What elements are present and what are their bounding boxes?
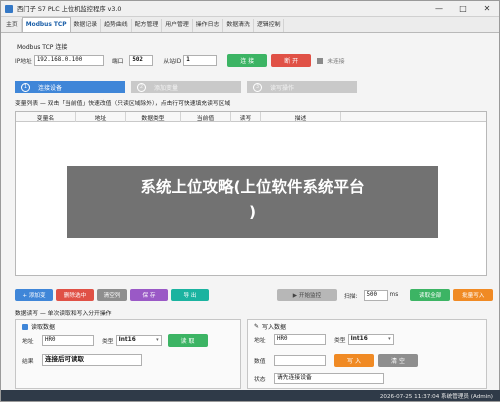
write-addr-row: 地址 HR0 类型 Int16: [254, 334, 394, 345]
tab-bar: 主页 Modbus TCP 数据记录 趋势曲线 配方管理 用户管理 操作日志 数…: [1, 17, 499, 33]
export-button[interactable]: 导 出: [171, 289, 209, 301]
step-indicator: 1 连接设备 2 添加变量 3 读写操作: [15, 81, 357, 93]
tab-trend[interactable]: 趋势曲线: [101, 19, 132, 32]
write-value-label: 数值: [254, 359, 266, 365]
connect-button[interactable]: 连 接: [227, 54, 268, 67]
edit-icon: ✎: [254, 323, 260, 330]
tab-home[interactable]: 主页: [3, 19, 22, 32]
step-read-write: 3 读写操作: [247, 81, 357, 93]
tab-users[interactable]: 用户管理: [162, 19, 193, 32]
read-panel-title: 读取数据: [22, 322, 55, 331]
step-label: 连接设备: [38, 84, 63, 92]
tab-recipe[interactable]: 配方管理: [132, 19, 163, 32]
column-header[interactable]: 数据类型: [126, 112, 181, 122]
read-addr-input[interactable]: HR0: [42, 335, 94, 346]
overlay-line-2: ): [248, 203, 257, 221]
read-result-label: 结果: [22, 358, 34, 365]
write-addr-label: 地址: [254, 338, 266, 344]
start-monitor-button[interactable]: ▶ 开始监控: [277, 289, 337, 301]
disconnect-button[interactable]: 断 开: [271, 54, 312, 67]
slave-id-input[interactable]: 1: [183, 55, 218, 66]
slave-id-label: 从站ID: [163, 59, 182, 65]
save-button[interactable]: 保 存: [130, 289, 168, 301]
status-text: 2026-07-25 11:37:04 系统管理员 (Admin): [379, 393, 493, 400]
delete-selected-button[interactable]: 删除选中: [56, 289, 94, 301]
table-header: 变量名 地址 数据类型 当前值 读写 描述: [16, 112, 486, 122]
column-header[interactable]: 变量名: [16, 112, 76, 122]
batch-write-button[interactable]: 批量写入: [453, 289, 494, 301]
read-type-label: 类型: [102, 339, 114, 345]
read-result-field: 连接后可读取: [42, 354, 142, 366]
tab-modbus-tcp[interactable]: Modbus TCP: [21, 17, 71, 32]
column-header[interactable]: 读写: [231, 112, 261, 122]
read-all-button[interactable]: 读取全部: [410, 289, 451, 301]
title-bar: 西门子 S7 PLC 上位机监控程序 v3.0 — □ ✕: [1, 1, 499, 17]
read-addr-row: 地址 HR0 类型 Int16 读 取: [22, 334, 208, 347]
clear-write-button[interactable]: 清 空: [378, 354, 418, 367]
tab-op-log[interactable]: 操作日志: [193, 19, 224, 32]
scan-interval-input[interactable]: 500: [363, 289, 388, 301]
write-panel: ✎ 写入数据 地址 HR0 类型 Int16 数值 写 入 清 空 状态 请先连…: [247, 319, 487, 389]
ip-label: IP地址: [15, 59, 32, 65]
step-number: 1: [21, 82, 30, 92]
column-header[interactable]: 描述: [261, 112, 341, 122]
step-number: 3: [253, 82, 262, 92]
port-input[interactable]: 502: [129, 55, 154, 66]
tab-data-clean[interactable]: 数据清洗: [223, 19, 254, 32]
read-panel: 读取数据 地址 HR0 类型 Int16 读 取 结果 连接后可读取: [15, 319, 241, 389]
scan-label: 扫描:: [344, 293, 358, 300]
write-panel-title: ✎ 写入数据: [254, 322, 286, 331]
write-button[interactable]: 写 入: [334, 354, 374, 367]
watermark-overlay: 系统上位攻略(上位软件系统平台 ): [67, 166, 438, 238]
port-label: 端口: [111, 59, 124, 65]
column-header[interactable]: 当前值: [181, 112, 231, 122]
variable-toolbar: + 添加变 删除选中 清空列 保 存 导 出 ▶ 开始监控 扫描: 500 ms…: [15, 289, 496, 301]
add-variable-button[interactable]: + 添加变: [15, 289, 53, 301]
step-add-variable: 2 添加变量: [131, 81, 241, 93]
read-result-row: 结果 连接后可读取: [22, 354, 142, 366]
overlay-line-1: 系统上位攻略(上位软件系统平台: [140, 178, 365, 196]
ip-input[interactable]: 192.168.0.100: [33, 55, 104, 66]
step-label: 添加变量: [154, 84, 179, 92]
write-status-field: 请先连接设备: [274, 373, 384, 384]
write-title-label: 写入数据: [262, 324, 287, 331]
step-label: 读写操作: [270, 84, 295, 92]
variable-section-title: 变量列表 — 双击「当前值」快速改值（只读区域除外），点击行可快速填充读写区域: [15, 101, 231, 107]
status-indicator-icon: [317, 57, 324, 64]
write-status-row: 状态 请先连接设备: [254, 373, 384, 384]
read-button[interactable]: 读 取: [167, 334, 208, 347]
connection-section-title: Modbus TCP 连接: [17, 44, 68, 51]
connection-status: 未连接: [327, 59, 345, 65]
read-addr-label: 地址: [22, 339, 34, 345]
read-type-select[interactable]: Int16: [115, 335, 162, 346]
column-header[interactable]: 地址: [76, 112, 126, 122]
write-type-select[interactable]: Int16: [347, 334, 394, 345]
tab-data-record[interactable]: 数据记录: [71, 19, 102, 32]
minimize-button[interactable]: —: [427, 1, 451, 16]
scan-unit: ms: [389, 292, 399, 298]
write-value-input[interactable]: [274, 355, 326, 366]
close-button[interactable]: ✕: [475, 1, 499, 16]
status-bar: 2026-07-25 11:37:04 系统管理员 (Admin): [1, 390, 500, 401]
step-number: 2: [137, 82, 146, 92]
app-icon: [5, 4, 13, 13]
write-status-label: 状态: [254, 377, 266, 383]
maximize-button[interactable]: □: [451, 1, 475, 16]
window-title: 西门子 S7 PLC 上位机监控程序 v3.0: [17, 6, 122, 13]
clear-list-button[interactable]: 清空列: [97, 289, 127, 301]
app-window: 西门子 S7 PLC 上位机监控程序 v3.0 — □ ✕ 主页 Modbus …: [0, 0, 500, 402]
read-icon: [22, 323, 28, 330]
write-value-row: 数值 写 入 清 空: [254, 354, 418, 367]
read-title-label: 读取数据: [31, 324, 56, 331]
write-type-label: 类型: [334, 338, 346, 344]
connection-row: IP地址 192.168.0.100 端口 502 从站ID 1 连 接 断 开…: [15, 54, 347, 67]
write-addr-input[interactable]: HR0: [274, 334, 326, 345]
rw-section-title: 数据读写 — 单次读取和写入分开操作: [15, 311, 112, 317]
tab-logic[interactable]: 逻辑控制: [254, 19, 285, 32]
step-connect: 1 连接设备: [15, 81, 125, 93]
